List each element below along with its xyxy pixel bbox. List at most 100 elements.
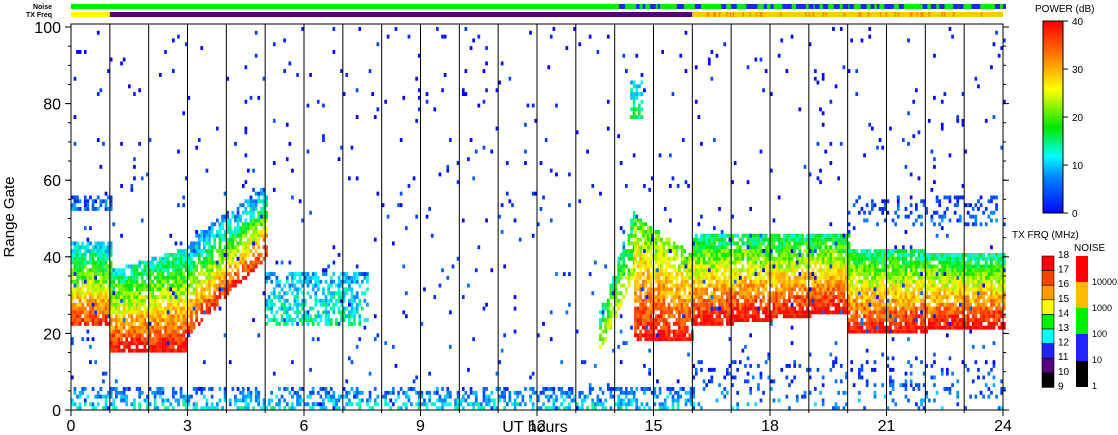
data-cell [627,249,631,253]
data-cell [76,306,79,311]
data-cell [96,279,100,284]
data-cell [720,233,724,238]
data-cell [790,310,794,315]
data-cell [151,264,154,269]
data-cell [423,402,426,407]
data-cell [751,245,755,250]
data-cell [565,390,569,395]
data-cell [741,241,745,246]
data-cell [842,279,846,284]
data-cell [738,260,742,265]
data-cell [311,283,315,288]
data-cell [741,275,745,280]
data-cell [353,321,356,326]
data-cell [314,275,318,280]
data-cell [516,394,519,399]
data-cell [662,291,666,296]
data-cell [311,321,315,326]
txfreq-bar-segment [825,12,827,17]
data-cell [647,298,650,303]
data-cell [350,387,354,391]
data-cell [76,321,79,326]
data-cell [850,256,853,261]
data-cell [190,321,193,326]
data-cell [863,295,866,299]
data-cell [852,272,856,276]
data-cell [73,199,77,204]
data-cell [788,264,791,269]
data-cell [581,402,584,407]
data-cell [738,249,742,253]
data-cell [128,321,131,326]
data-cell [78,402,82,407]
data-cell [832,275,835,280]
data-cell [842,241,846,246]
data-cell [777,245,781,250]
data-cell [715,279,719,284]
data-cell [839,253,843,257]
data-cell [878,295,882,299]
data-cell [666,394,670,399]
data-cell [803,256,807,261]
data-cell [306,394,310,399]
data-cell [319,394,323,399]
data-cell [182,253,185,257]
data-cell [790,306,794,311]
data-cell [177,279,180,284]
data-cell [195,318,198,322]
data-cell [182,337,185,342]
data-cell [143,337,147,342]
data-cell [899,318,903,322]
data-cell [894,295,897,299]
data-cell [228,241,232,246]
data-cell [726,287,729,292]
data-cell [754,314,758,319]
data-cell [683,329,686,334]
data-cell [291,291,294,296]
data-cell [762,237,765,242]
data-cell [177,295,180,299]
data-cell [746,314,750,319]
data-cell [636,283,640,288]
data-cell [678,302,681,307]
data-cell [182,302,185,307]
data-cell [819,306,822,311]
data-cell [83,195,87,200]
data-cell [788,245,791,250]
data-cell [777,302,781,307]
data-cell [324,279,328,284]
data-cell [508,398,512,403]
data-cell [754,275,758,280]
data-cell [350,310,354,315]
data-cell [135,387,139,391]
data-cell [630,88,633,93]
data-cell [630,230,633,234]
data-cell [636,287,640,292]
data-cell [291,275,294,280]
data-cell [469,390,473,395]
data-cell [327,298,330,303]
data-cell [166,264,170,269]
data-cell [588,390,592,395]
data-cell [899,279,903,284]
data-cell [324,272,328,276]
data-cell [192,387,196,391]
data-cell [780,310,784,315]
data-cell [283,306,286,311]
data-cell [904,264,908,269]
data-cell [863,272,866,276]
data-cell [104,268,108,273]
data-cell [244,222,248,227]
data-cell [632,268,636,273]
noise-bar-segment [746,4,751,9]
data-cell [156,318,160,322]
data-cell [76,287,79,292]
data-cell [878,275,882,280]
data-cell [547,387,551,391]
data-cell [252,218,255,223]
data-cell [192,302,196,307]
data-cell [348,283,351,288]
data-cell [135,318,139,322]
data-cell [172,302,175,307]
data-cell [115,272,118,276]
